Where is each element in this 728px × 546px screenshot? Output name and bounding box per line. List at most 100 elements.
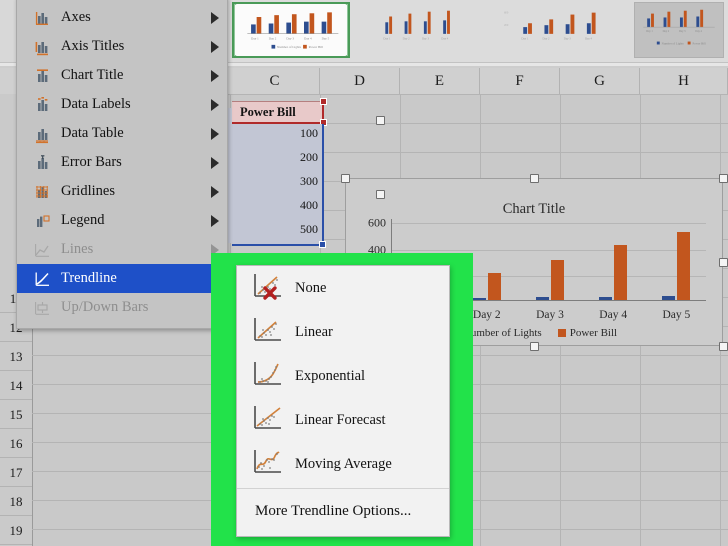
svg-text:Day 1: Day 1 [521, 37, 529, 41]
menu-item-label: Up/Down Bars [61, 299, 149, 315]
menu-item-label: Lines [61, 241, 94, 257]
trendline-submenu[interactable]: None Linear Exponential Linear Forecast Movi… [236, 265, 450, 537]
gridlines-icon [31, 182, 53, 202]
chart-elements-menu[interactable]: Axes Axis Titles Chart Title Data Labels Dat… [16, 0, 228, 329]
menu-item-axis-titles[interactable]: Axis Titles [17, 32, 227, 61]
header-range-handle-top[interactable] [320, 98, 327, 105]
chart-handle-tr[interactable] [719, 174, 728, 183]
chart-bar[interactable] [487, 273, 501, 300]
menu-item-error-bars[interactable]: Error Bars [17, 148, 227, 177]
data-labels-icon [31, 95, 53, 115]
menu-item-gridlines[interactable]: Gridlines [17, 177, 227, 206]
submenu-arrow-icon [211, 40, 219, 53]
chart-style-preview-4: Day 1 Day 2 Day 3 Day 4 Number of Lights Po… [635, 3, 723, 57]
axis-titles-icon [31, 37, 53, 57]
chart-bar[interactable] [599, 296, 613, 300]
chart-bar[interactable] [472, 298, 486, 300]
selection-bottom-edge [232, 244, 324, 246]
menu-item-legend[interactable]: Legend [17, 206, 227, 235]
plot-handle-bl[interactable] [376, 190, 385, 199]
chart-bar[interactable] [536, 297, 549, 300]
chart-gridline [392, 249, 706, 251]
submenu-item-label: Exponential [295, 367, 366, 384]
power-bill-cell[interactable]: 300 [232, 174, 318, 189]
menu-item-data-table[interactable]: Data Table [17, 119, 227, 148]
column-header-H[interactable]: H [640, 68, 728, 94]
chart-handle-tc[interactable] [530, 174, 539, 183]
chart-style-preview-1: Day 1 Day 2 Day 3 Day 4 Day 5 Number of Lig… [236, 4, 346, 56]
menu-item-label: Data Labels [61, 96, 131, 112]
chart-handle-mr[interactable] [719, 258, 728, 267]
chart-handle-bc[interactable] [530, 342, 539, 351]
svg-text:Power Bill: Power Bill [309, 45, 323, 49]
power-bill-cell[interactable]: 400 [232, 198, 318, 213]
menu-item-label: Gridlines [61, 183, 115, 199]
y-axis-tick-label: 600 [368, 215, 386, 230]
column-header-F[interactable]: F [480, 68, 560, 94]
submenu-item-moving-average[interactable]: Moving Average [237, 442, 449, 486]
submenu-item-none[interactable]: None [237, 266, 449, 310]
svg-text:200: 200 [504, 23, 509, 27]
submenu-arrow-icon [211, 156, 219, 169]
menu-item-label: Error Bars [61, 154, 122, 170]
power-bill-cell[interactable]: 500 [232, 222, 318, 237]
svg-text:Day 3: Day 3 [564, 37, 572, 41]
chart-style-thumb-4[interactable]: Day 1 Day 2 Day 3 Day 4 Number of Lights Po… [634, 2, 724, 58]
submenu-divider [237, 488, 449, 489]
row-header-18[interactable]: 18 [0, 487, 32, 516]
svg-text:Day 1: Day 1 [251, 36, 259, 40]
plot-handle-tl[interactable] [376, 116, 385, 125]
chart-style-thumb-1[interactable]: Day 1 Day 2 Day 3 Day 4 Day 5 Number of Lig… [232, 2, 350, 58]
column-header-E[interactable]: E [400, 68, 480, 94]
row-header-15[interactable]: 15 [0, 400, 32, 429]
trendline-linear-forecast-icon [251, 404, 287, 436]
power-bill-cell[interactable]: 100 [232, 126, 318, 141]
chart-bar[interactable] [551, 260, 564, 300]
column-header-G[interactable]: G [560, 68, 640, 94]
chart-style-preview-3: 600 200 Day 1 Day 2 Day 3 Day 4 [504, 11, 596, 41]
selection-right-edge [322, 124, 324, 244]
column-header-C[interactable]: C [230, 68, 320, 94]
trendline-icon [31, 269, 53, 289]
submenu-item-exponential[interactable]: Exponential [237, 354, 449, 398]
chart-bar[interactable] [662, 296, 676, 300]
submenu-item-more-trendline-options[interactable]: More Trendline Options... [237, 491, 449, 531]
power-bill-cell[interactable]: 200 [232, 150, 318, 165]
power-bill-header-label: Power Bill [240, 105, 296, 119]
row-header-14[interactable]: 14 [0, 371, 32, 400]
x-axis-category-label: Day 2 [472, 309, 501, 321]
row-header-13[interactable]: 13 [0, 342, 32, 371]
chart-style-thumb-2[interactable]: Day 1 Day 2 Day 3 Day 4 [362, 2, 480, 58]
selection-fill-handle[interactable] [319, 241, 326, 248]
chart-style-preview-2: Day 1 Day 2 Day 3 Day 4 [383, 10, 450, 41]
chart-style-thumb-3[interactable]: 600 200 Day 1 Day 2 Day 3 Day 4 [492, 2, 622, 58]
submenu-item-linear[interactable]: Linear [237, 310, 449, 354]
chart-handle-br[interactable] [719, 342, 728, 351]
chart-gridline [392, 223, 706, 224]
menu-item-lines: Lines [17, 235, 227, 264]
submenu-item-linear-forecast[interactable]: Linear Forecast [237, 398, 449, 442]
menu-item-trendline[interactable]: Trendline [17, 264, 227, 293]
submenu-arrow-icon [211, 214, 219, 227]
svg-text:Day 3: Day 3 [679, 30, 686, 33]
submenu-arrow-icon [211, 127, 219, 140]
svg-text:Day 4: Day 4 [304, 36, 312, 40]
svg-text:Day 2: Day 2 [269, 36, 277, 40]
row-header-16[interactable]: 16 [0, 429, 32, 458]
menu-item-axes[interactable]: Axes [17, 3, 227, 32]
legend-item[interactable]: Power Bill [557, 327, 617, 339]
menu-item-label: Data Table [61, 125, 124, 141]
menu-item-data-labels[interactable]: Data Labels [17, 90, 227, 119]
chart-title-text[interactable]: Chart Title [346, 201, 722, 218]
submenu-arrow-icon [211, 185, 219, 198]
menu-item-chart-title[interactable]: Chart Title [17, 61, 227, 90]
row-header-17[interactable]: 17 [0, 458, 32, 487]
column-header-D[interactable]: D [320, 68, 400, 94]
chart-bar[interactable] [614, 245, 628, 300]
legend-label: Number of Lights [462, 327, 542, 339]
row-header-19[interactable]: 19 [0, 516, 32, 545]
chart-bar[interactable] [677, 232, 691, 300]
chart-handle-tl[interactable] [341, 174, 350, 183]
svg-text:Day 3: Day 3 [422, 37, 430, 41]
submenu-item-label: Linear [295, 323, 333, 340]
